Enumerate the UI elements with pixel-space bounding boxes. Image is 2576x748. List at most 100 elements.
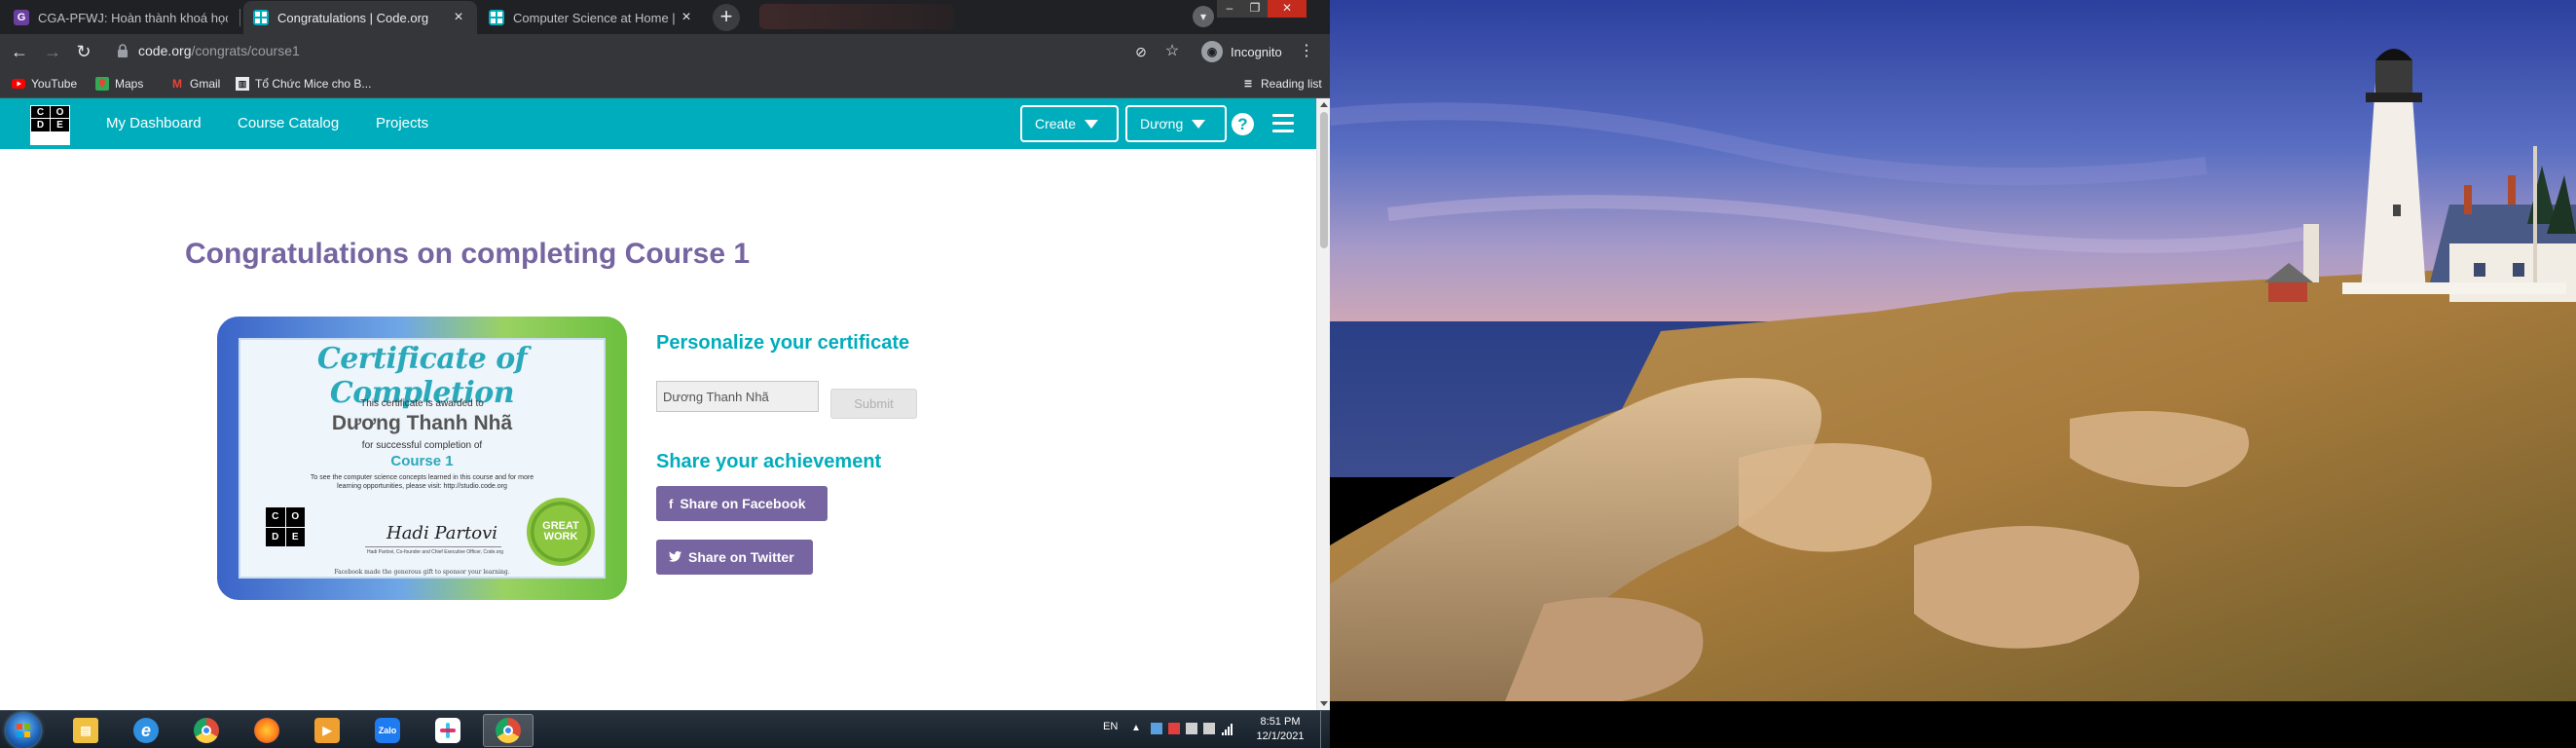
tab-title: Computer Science at Home | Code	[513, 10, 678, 25]
tab-strip: G CGA-PFWJ: Hoàn thành khoá học Congratu…	[0, 0, 1330, 34]
tab-close-icon[interactable]: ×	[450, 9, 467, 26]
nav-my-dashboard[interactable]: My Dashboard	[106, 115, 202, 131]
logo-letter: C	[266, 507, 285, 527]
facebook-icon: f	[669, 496, 674, 511]
logo-letter: O	[285, 507, 305, 527]
tab-separator	[239, 9, 240, 26]
hamburger-menu-icon[interactable]	[1272, 114, 1294, 133]
submit-button[interactable]: Submit	[830, 389, 917, 419]
nav-projects[interactable]: Projects	[376, 115, 428, 131]
tray-expand-icon[interactable]: ▲	[1131, 723, 1143, 734]
help-icon[interactable]: ?	[1232, 113, 1254, 135]
taskbar-firefox[interactable]	[241, 714, 292, 747]
clock-date: 12/1/2021	[1256, 730, 1305, 742]
certificate-body: Certificate of Completion This certifica…	[239, 338, 606, 579]
personalize-heading: Personalize your certificate	[656, 332, 910, 354]
bookmark-gmail[interactable]: M Gmail	[170, 76, 220, 92]
tab-close-icon[interactable]: ×	[678, 9, 695, 26]
show-desktop-button[interactable]	[1320, 711, 1330, 748]
user-dropdown[interactable]: Dương	[1125, 105, 1227, 142]
taskbar-chrome-active[interactable]	[483, 714, 534, 747]
incognito-indicator[interactable]: ◉ Incognito	[1201, 38, 1282, 65]
tab-search-icon[interactable]: ▾	[1193, 6, 1214, 27]
tab-title: Congratulations | Code.org	[277, 10, 429, 25]
reading-list[interactable]: ☰ Reading list	[1241, 76, 1322, 92]
address-host: code.org	[138, 43, 192, 58]
signature-line	[365, 546, 501, 547]
logo-letter: C	[31, 106, 50, 119]
caret-down-icon	[1085, 119, 1099, 129]
system-clock[interactable]: 8:51 PM 12/1/2021	[1246, 715, 1314, 744]
taskbar-chrome[interactable]	[181, 714, 232, 747]
taskbar-slack[interactable]	[423, 714, 473, 747]
bookmark-to-chuc-mice[interactable]: ▥ Tổ Chức Mice cho B...	[236, 76, 371, 92]
tab-favicon-icon: G	[14, 10, 29, 25]
menu-kebab-icon[interactable]: ⋮	[1295, 40, 1318, 63]
tray-dropbox-icon[interactable]	[1151, 723, 1162, 734]
screen: G CGA-PFWJ: Hoàn thành khoá học Congratu…	[0, 0, 2576, 748]
tray-network-icon[interactable]	[1222, 723, 1233, 735]
codeorg-logo[interactable]: C O D E	[30, 105, 70, 145]
bookmark-youtube[interactable]: YouTube	[12, 76, 77, 92]
tab-cga[interactable]: G CGA-PFWJ: Hoàn thành khoá học	[4, 1, 238, 34]
reading-list-icon: ☰	[1243, 78, 1253, 89]
dragged-tab-ghost	[759, 4, 954, 29]
codeorg-favicon-icon	[489, 10, 504, 25]
logo-letter: D	[31, 119, 50, 131]
incognito-label: Incognito	[1231, 44, 1282, 59]
taskbar-zalo[interactable]: Zalo	[362, 714, 413, 747]
forward-icon[interactable]: →	[41, 40, 64, 63]
nav-course-catalog[interactable]: Course Catalog	[238, 115, 339, 131]
back-icon[interactable]: ←	[8, 40, 31, 63]
tab-congratulations[interactable]: Congratulations | Code.org ×	[243, 1, 477, 34]
tab-computer-science-at-home[interactable]: Computer Science at Home | Code ×	[479, 1, 705, 34]
language-indicator[interactable]: EN	[1103, 721, 1118, 732]
tray-flag-icon[interactable]	[1168, 723, 1180, 734]
windows-taskbar: ▤ e ▶ Zalo EN ▲ 8:51 PM 12/1/2021	[0, 710, 1330, 748]
reading-list-label: Reading list	[1261, 77, 1322, 91]
share-twitter-button[interactable]: Share on Twitter	[656, 540, 813, 575]
scroll-up-icon[interactable]	[1320, 102, 1328, 107]
eye-off-icon[interactable]: ⊘	[1129, 40, 1153, 63]
create-dropdown[interactable]: Create	[1020, 105, 1119, 142]
new-tab-button[interactable]: +	[713, 4, 740, 31]
bookmark-star-icon[interactable]: ☆	[1160, 40, 1184, 63]
slack-icon	[435, 718, 460, 743]
restore-icon[interactable]: ❐	[1242, 0, 1268, 18]
bookmark-label: Gmail	[190, 77, 221, 91]
youtube-icon	[12, 77, 25, 91]
bookmark-maps[interactable]: Maps	[95, 76, 143, 92]
twitter-icon	[669, 550, 681, 565]
certificate-image: Certificate of Completion This certifica…	[217, 317, 627, 600]
start-button-icon[interactable]	[6, 713, 41, 748]
certificate-name-input[interactable]	[656, 381, 819, 412]
window-close-icon[interactable]: ✕	[1268, 0, 1306, 18]
scroll-thumb[interactable]	[1320, 112, 1328, 248]
tray-power-icon[interactable]	[1186, 723, 1197, 734]
desktop-bottom-bar	[1330, 701, 2576, 748]
address-bar[interactable]: code.org/congrats/course1	[138, 43, 300, 58]
desktop-wallpaper-lighthouse	[1330, 0, 2576, 701]
reload-icon[interactable]: ↻	[72, 40, 95, 63]
file-explorer-icon: ▤	[73, 718, 98, 743]
logo-letter: D	[266, 527, 285, 546]
lock-icon[interactable]	[117, 44, 129, 57]
incognito-icon: ◉	[1201, 41, 1223, 62]
taskbar-internet-explorer[interactable]: e	[121, 714, 171, 747]
gmail-icon: M	[172, 77, 182, 91]
certificate-footer: Facebook made the generous gift to spons…	[334, 569, 510, 576]
minimize-icon[interactable]: –	[1217, 0, 1242, 18]
user-label: Dương	[1140, 116, 1184, 131]
page-scrollbar[interactable]	[1316, 98, 1330, 710]
scroll-down-icon[interactable]	[1320, 701, 1328, 706]
share-facebook-button[interactable]: f Share on Facebook	[656, 486, 828, 521]
certificate-signature: Hadi Partovi	[386, 523, 498, 543]
chrome-icon	[194, 718, 219, 743]
logo-letter	[31, 131, 50, 144]
address-path: /congrats/course1	[191, 43, 300, 58]
maps-icon	[95, 77, 109, 91]
taskbar-media-player[interactable]: ▶	[302, 714, 352, 747]
logo-letter: O	[51, 106, 69, 119]
taskbar-file-explorer[interactable]: ▤	[60, 714, 111, 747]
tray-display-icon[interactable]	[1203, 723, 1215, 734]
